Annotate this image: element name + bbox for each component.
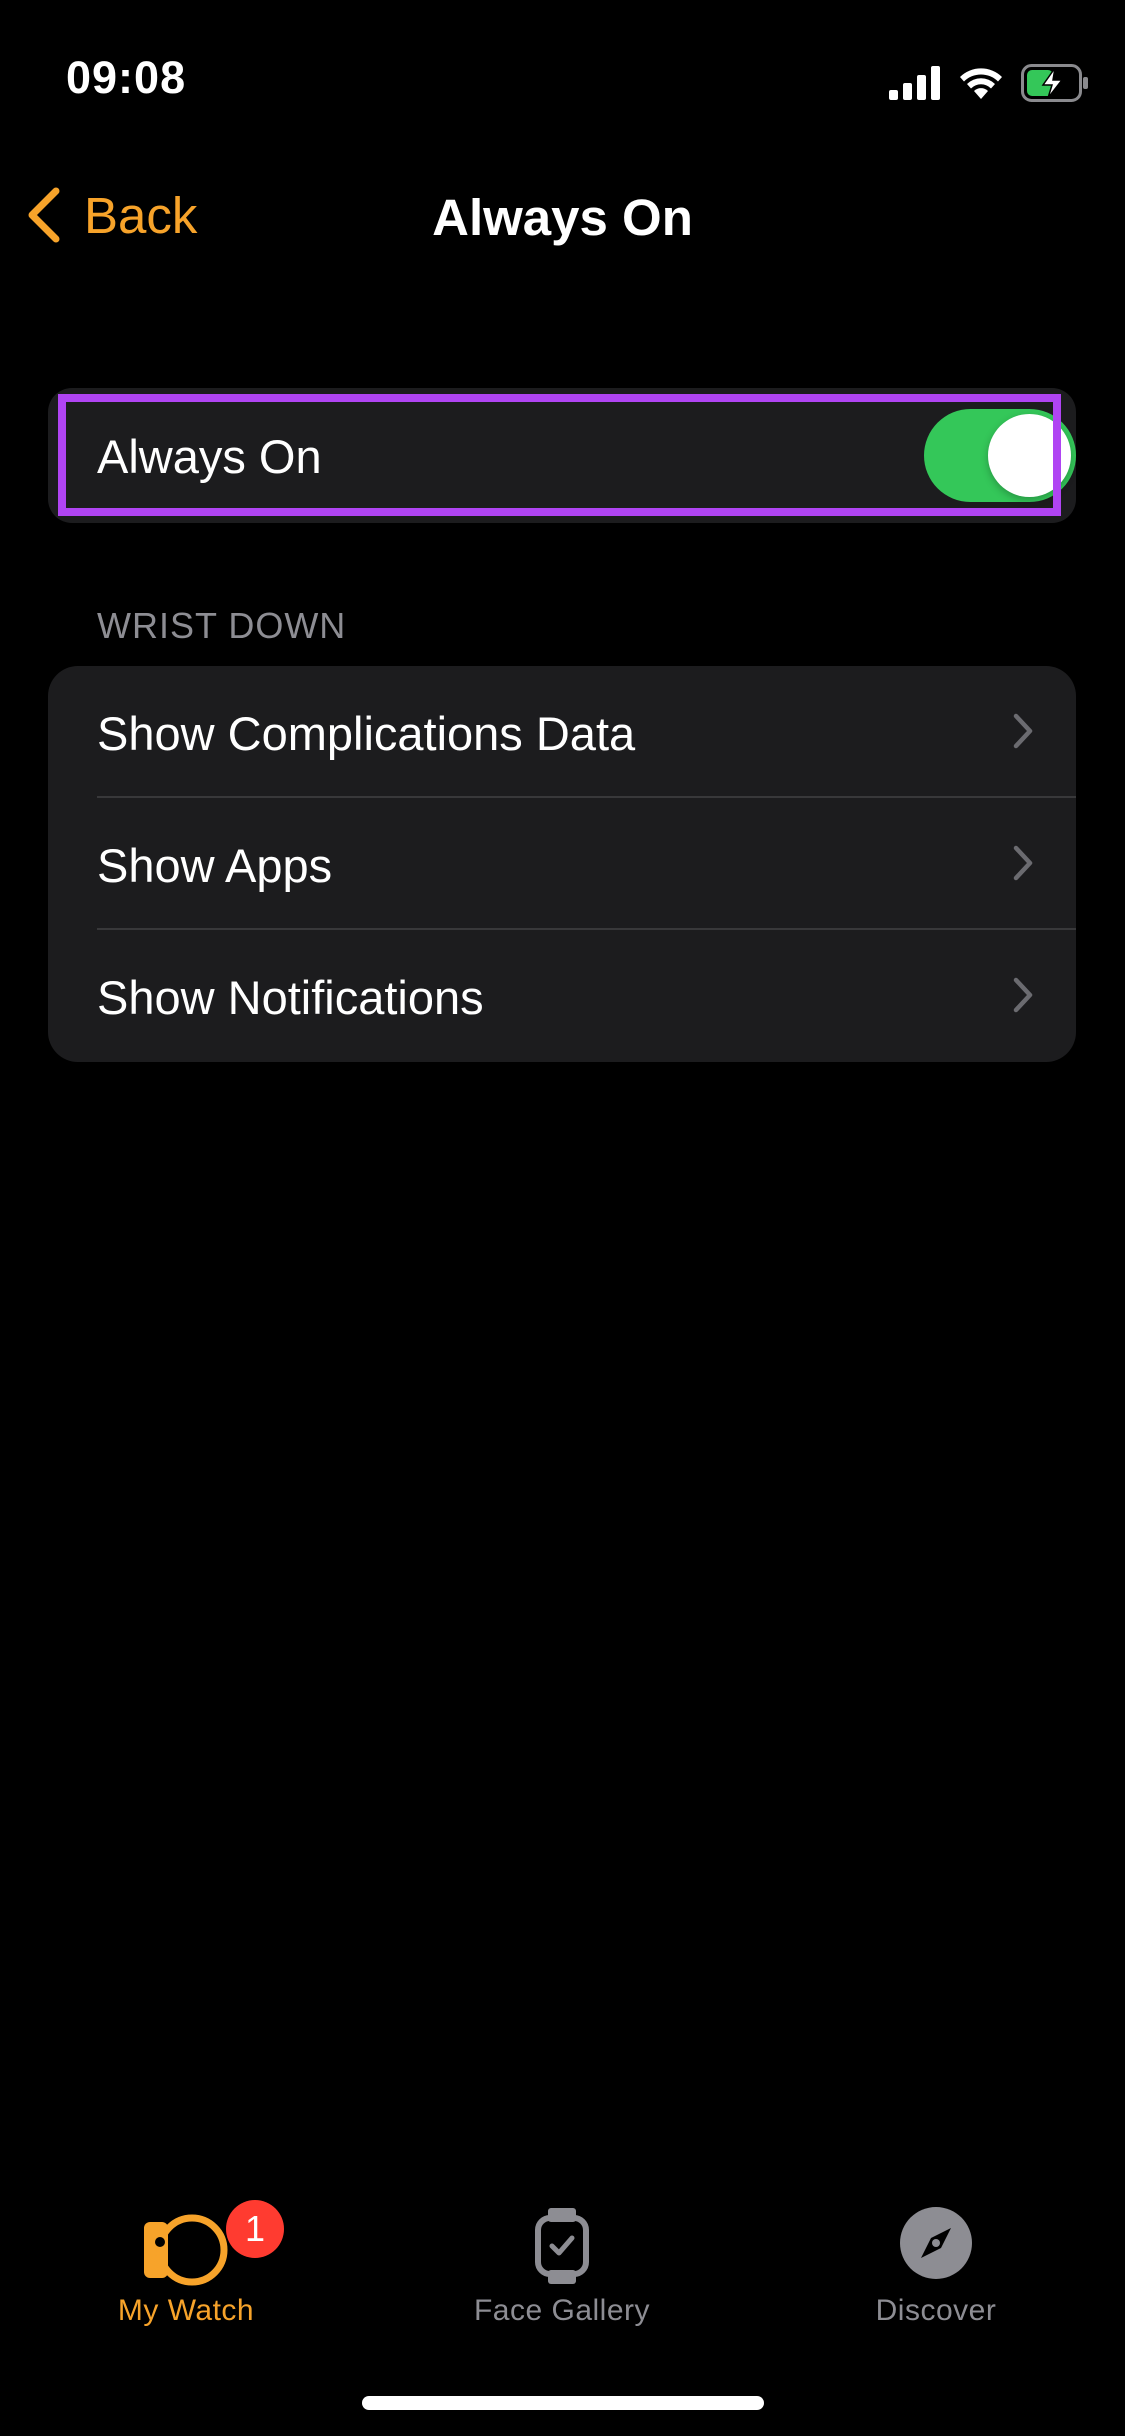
- wrist-down-list: Show Complications Data Show Apps Show N…: [48, 666, 1076, 1062]
- list-item-show-notifications[interactable]: Show Notifications: [48, 930, 1076, 1062]
- chevron-right-icon: [1013, 713, 1033, 749]
- battery-charging-icon: [1021, 64, 1088, 102]
- cellular-signal-icon: [889, 66, 940, 100]
- compass-icon: [786, 2206, 1086, 2296]
- tab-face-gallery[interactable]: Face Gallery: [412, 2170, 712, 2340]
- list-item-label: Show Apps: [97, 839, 333, 892]
- status-bar: 09:08: [0, 0, 1125, 150]
- watch-icon: [36, 2206, 336, 2296]
- list-item-show-complications-data[interactable]: Show Complications Data: [48, 666, 1076, 798]
- tab-discover[interactable]: Discover: [786, 2170, 1086, 2340]
- watch-face-icon: [412, 2206, 712, 2296]
- section-header: WRIST DOWN: [97, 605, 347, 646]
- list-item-label: Show Complications Data: [97, 707, 636, 760]
- tab-label: Discover: [875, 2294, 997, 2327]
- page-title: Always On: [432, 189, 693, 246]
- status-icons: [889, 58, 1089, 108]
- tab-label: My Watch: [117, 2294, 255, 2327]
- navigation-bar: Back Always On: [0, 160, 1125, 270]
- wifi-icon: [960, 68, 1002, 99]
- status-time: 09:08: [66, 52, 187, 103]
- highlight-annotation: [58, 394, 1061, 516]
- list-item-label: Show Notifications: [97, 971, 484, 1024]
- chevron-right-icon: [1013, 845, 1033, 881]
- tab-my-watch[interactable]: 1 My Watch: [36, 2170, 336, 2340]
- chevron-right-icon: [1013, 977, 1033, 1013]
- notification-badge: 1: [226, 2200, 284, 2258]
- home-indicator[interactable]: [362, 2396, 764, 2410]
- tab-label: Face Gallery: [473, 2294, 651, 2327]
- list-item-show-apps[interactable]: Show Apps: [48, 798, 1076, 930]
